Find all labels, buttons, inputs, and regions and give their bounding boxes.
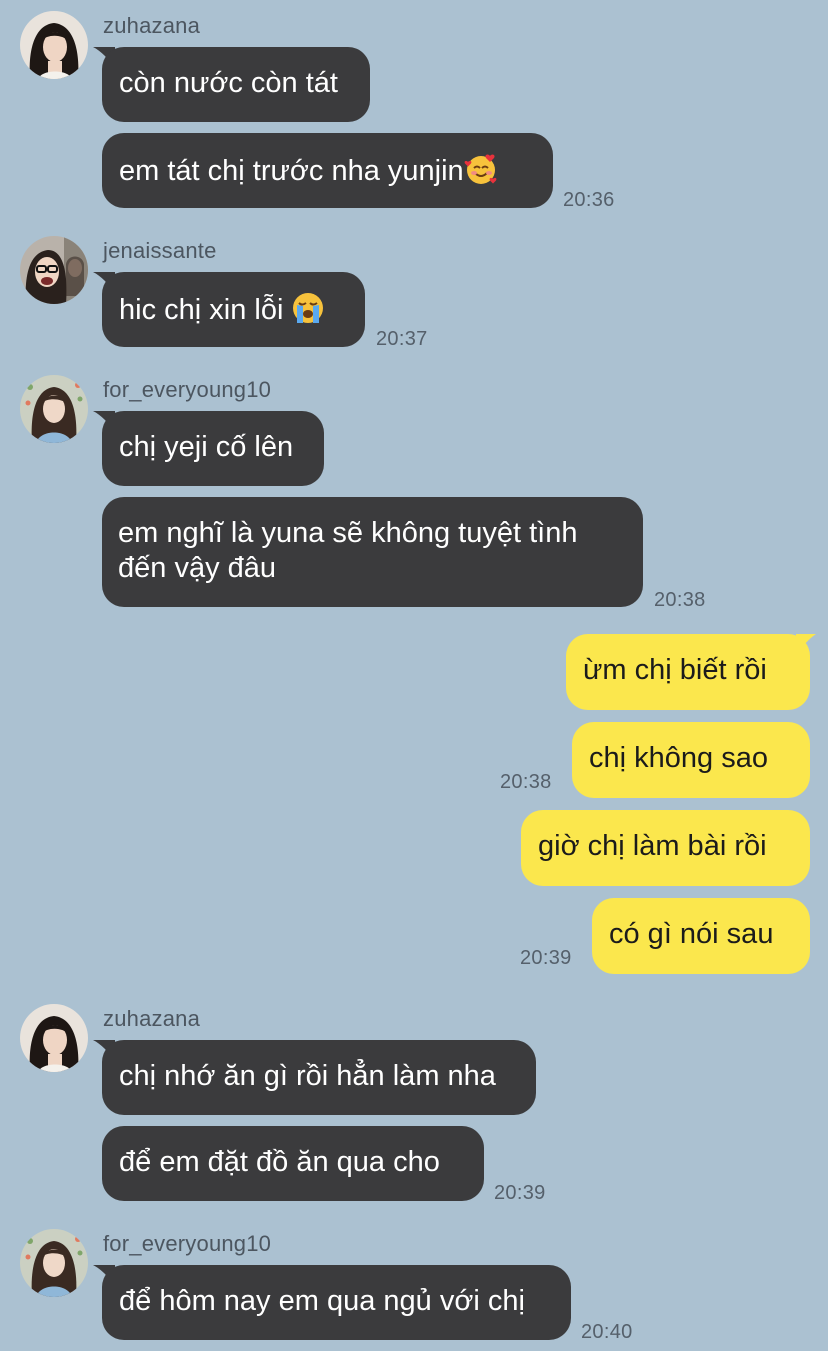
message-text: để hôm nay em qua ngủ với chị [119,1285,525,1317]
avatar-zuhazana[interactable] [20,11,88,79]
sender-name: for_everyoung10 [103,377,272,402]
message-text: em nghĩ là yuna sẽ không tuyệt tình đến … [118,517,578,584]
message-text: giờ chị làm bài rồi [538,830,767,862]
message-timestamp: 20:38 [654,589,706,611]
message-timestamp: 20:39 [520,947,572,969]
sender-name: for_everyoung10 [103,1231,272,1256]
smiling-face-with-hearts-icon [464,154,497,184]
avatar-jenaissante[interactable] [20,236,88,304]
message-text: để em đặt đồ ăn qua cho [119,1146,440,1178]
avatar-zuhazana[interactable] [20,1004,88,1072]
sender-name: zuhazana [103,1006,201,1031]
message-bubble[interactable]: chị nhớ ăn gì rồi hẳn làm nha [102,1040,536,1115]
message-text: có gì nói sau [609,918,774,950]
message-timestamp: 20:37 [376,328,428,350]
message-text: còn nước còn tát [119,67,338,99]
message-bubble[interactable]: để em đặt đồ ăn qua cho [102,1126,484,1201]
message-text: em tát chị trước nha yunjin [119,155,464,187]
message-text: chị không sao [589,742,768,774]
loudly-crying-face-icon [293,293,324,323]
message-text: chị yeji cố lên [119,431,294,463]
message-text: hic chị xin lỗi [119,294,284,326]
message-timestamp: 20:39 [494,1182,546,1204]
message-bubble[interactable]: còn nước còn tát [102,47,370,122]
sender-name: jenaissante [103,238,217,263]
message-timestamp: 20:40 [581,1321,633,1343]
message-bubble[interactable]: em nghĩ là yuna sẽ không tuyệt tình đến … [102,497,643,607]
message-text: ừm chị biết rồi [583,654,767,686]
sender-name: zuhazana [103,13,201,38]
message-text: chị nhớ ăn gì rồi hẳn làm nha [119,1060,496,1092]
message-bubble[interactable]: em tát chị trước nha yunjin [102,133,553,208]
message-bubble-outgoing[interactable]: ừm chị biết rồi [566,634,810,710]
message-bubble-outgoing[interactable]: chị không sao [572,722,810,798]
message-bubble[interactable]: chị yeji cố lên [102,411,324,486]
message-bubble-outgoing[interactable]: giờ chị làm bài rồi [521,810,810,886]
message-timestamp: 20:36 [563,189,615,211]
avatar-for-everyoung10[interactable] [20,375,88,443]
avatar-for-everyoung10[interactable] [20,1229,88,1297]
message-bubble[interactable]: để hôm nay em qua ngủ với chị [102,1265,571,1340]
message-bubble-outgoing[interactable]: có gì nói sau [592,898,810,974]
bubble-tail [796,634,816,656]
chat-thread[interactable]: zuhazana còn nước còn tát em tát chị trư… [0,0,828,1351]
message-bubble[interactable]: hic chị xin lỗi [102,272,365,347]
message-timestamp: 20:38 [500,771,552,793]
